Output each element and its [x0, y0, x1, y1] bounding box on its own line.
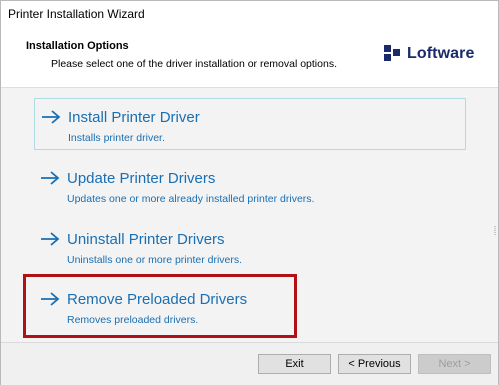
exit-button[interactable]: Exit	[258, 354, 331, 374]
arrow-right-icon	[41, 171, 60, 185]
arrow-right-icon	[41, 232, 60, 246]
option-title: Uninstall Printer Drivers	[67, 231, 225, 248]
option-title: Update Printer Drivers	[67, 170, 216, 187]
option-update-printer-drivers[interactable]: Update Printer Drivers Updates one or mo…	[34, 160, 466, 212]
scroll-grip-icon	[494, 226, 496, 236]
title-bar[interactable]: Printer Installation Wizard	[1, 1, 498, 30]
wizard-window: Printer Installation Wizard Installation…	[0, 0, 499, 385]
option-remove-preloaded-drivers[interactable]: Remove Preloaded Drivers Removes preload…	[34, 281, 466, 333]
arrow-right-icon	[42, 110, 61, 124]
loftware-logo-icon	[384, 45, 400, 61]
logo-text: Loftware	[407, 45, 475, 62]
window-title: Printer Installation Wizard	[8, 7, 145, 21]
loftware-logo: Loftware	[384, 43, 474, 65]
option-description: Uninstalls one or more printer drivers.	[67, 254, 243, 266]
option-description: Removes preloaded drivers.	[67, 314, 199, 326]
option-title: Remove Preloaded Drivers	[67, 291, 248, 308]
option-title: Install Printer Driver	[68, 109, 200, 126]
wizard-footer: Exit < Previous Next >	[1, 342, 498, 385]
option-description: Installs printer driver.	[68, 132, 165, 144]
page-subtitle: Please select one of the driver installa…	[51, 58, 337, 70]
next-button[interactable]: Next >	[418, 354, 491, 374]
previous-button[interactable]: < Previous	[338, 354, 411, 374]
page-title: Installation Options	[26, 40, 129, 52]
wizard-header: Installation Options Please select one o…	[1, 30, 498, 87]
arrow-right-icon	[41, 292, 60, 306]
option-uninstall-printer-drivers[interactable]: Uninstall Printer Drivers Uninstalls one…	[34, 221, 466, 273]
option-install-printer-driver[interactable]: Install Printer Driver Installs printer …	[34, 98, 466, 150]
option-description: Updates one or more already installed pr…	[67, 193, 315, 205]
options-panel: Install Printer Driver Installs printer …	[1, 87, 498, 343]
